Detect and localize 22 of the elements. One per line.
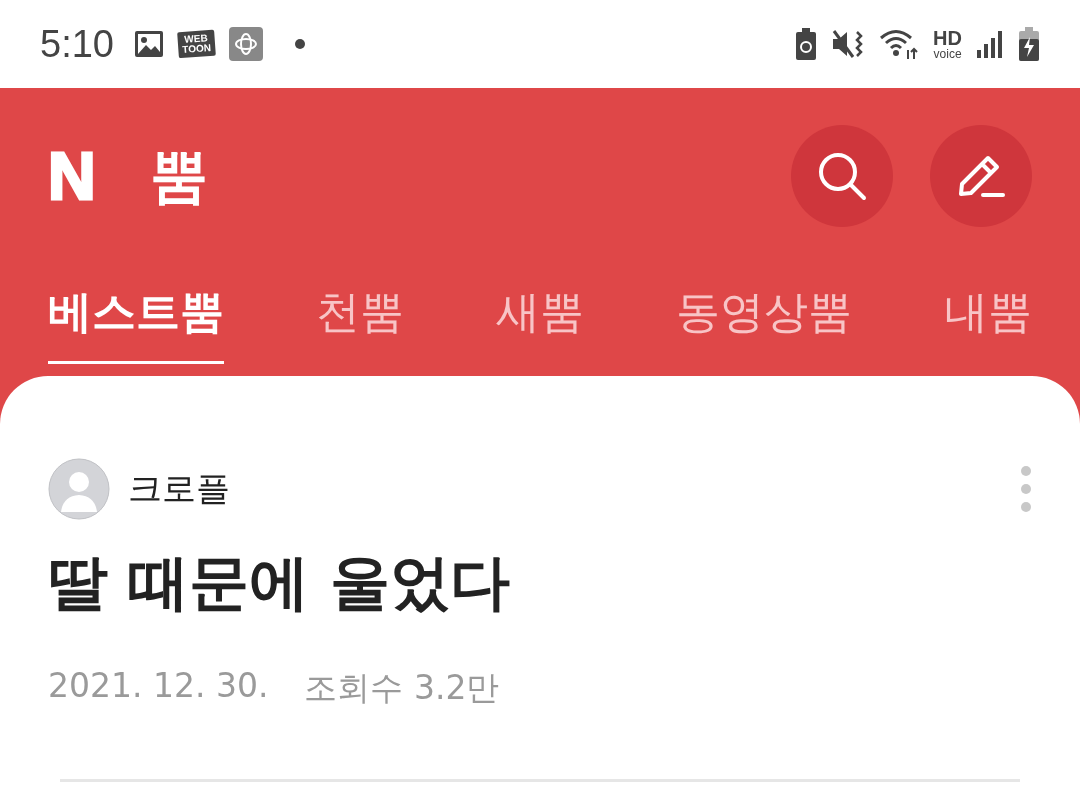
logo-letter: N [48, 143, 96, 209]
tab[interactable]: 새뿜 [496, 264, 584, 364]
wifi-icon [879, 28, 920, 60]
clock: 5:10 [40, 22, 114, 66]
webtoon-badge: WEB TOON [177, 29, 216, 59]
tab[interactable]: 천뿜 [316, 264, 404, 364]
post-title: 딸 때문에 울었다 [48, 546, 511, 618]
view-count: 조회수 3.2만 [304, 667, 500, 709]
signal-icon [976, 30, 1004, 58]
notification-dot [294, 39, 305, 49]
image-icon [133, 30, 164, 58]
post-date: 2021. 12. 30. [48, 666, 269, 707]
app-icon [228, 27, 263, 61]
tab[interactable]: 베스트뿜 [48, 264, 224, 364]
hd-voice-indicator: HD voice [933, 28, 962, 60]
logo-text: 뿜 [149, 147, 208, 205]
author-name: 크로플 [128, 467, 231, 510]
tab[interactable]: 동영상뿜 [676, 264, 852, 364]
battery-charging-icon [1018, 27, 1040, 61]
tab[interactable]: 내뿜 [944, 264, 1032, 364]
avatar-icon [48, 458, 110, 520]
battery-recycle-icon [795, 28, 818, 60]
